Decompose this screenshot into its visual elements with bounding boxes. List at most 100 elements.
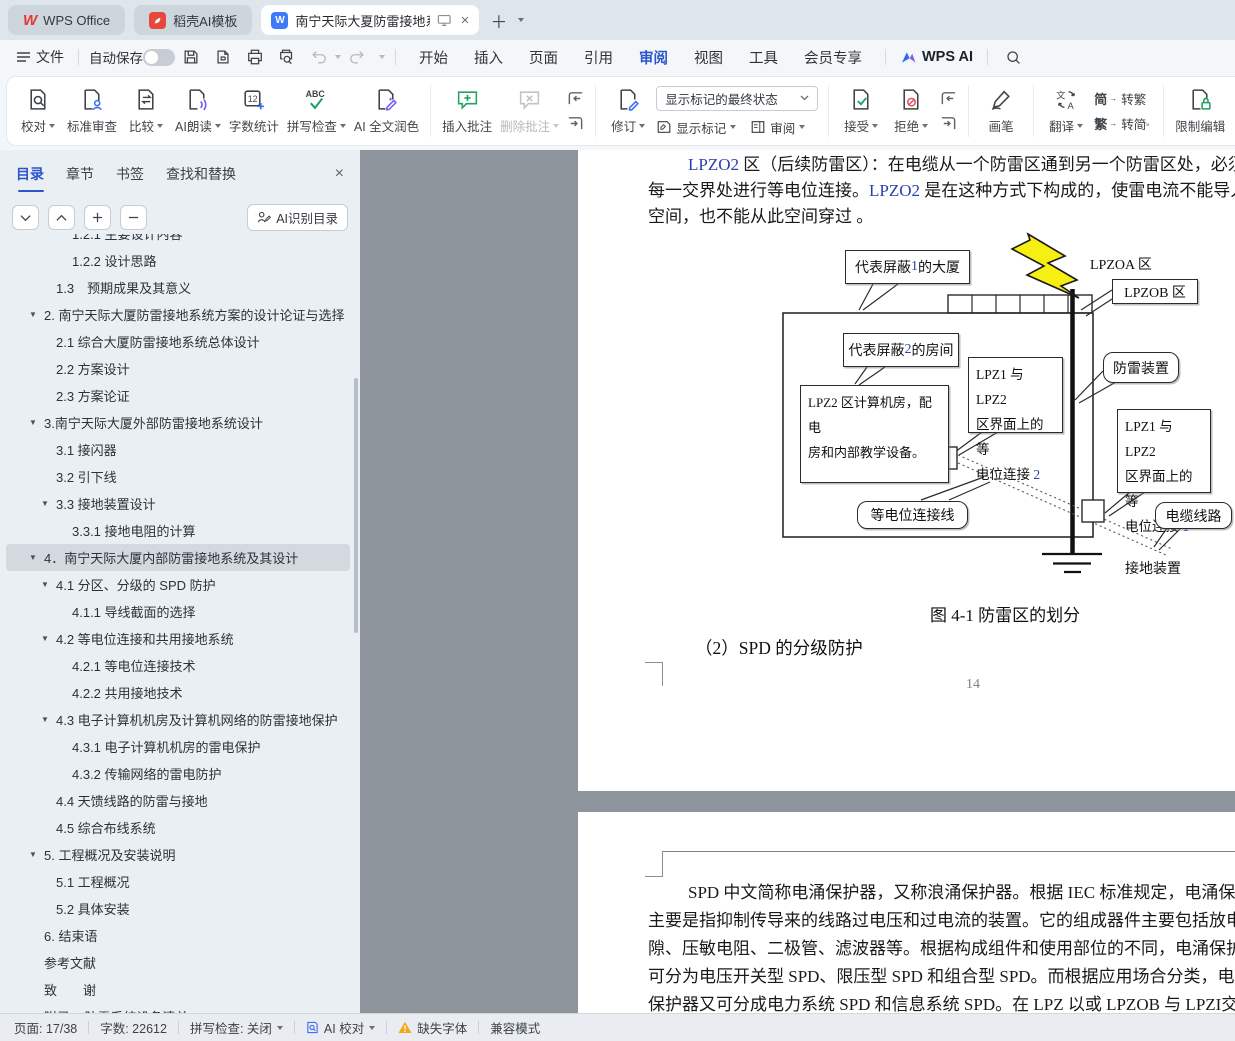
toc-expand-arrow-icon[interactable]: ▼ xyxy=(41,580,56,589)
redo-button[interactable] xyxy=(341,48,373,66)
toc-item[interactable]: ▼4.1 分区、分级的 SPD 防护 xyxy=(6,571,350,598)
toc-item[interactable]: 2.2 方案设计 xyxy=(6,355,350,382)
document-text-line[interactable]: 保护器又可分成电力系统 SPD 和信息系统 SPD。在 LPZ 以或 LPZOB… xyxy=(648,992,1235,1013)
search-button[interactable] xyxy=(998,49,1029,66)
zoom-in-outline-button[interactable] xyxy=(84,205,111,230)
toc-expand-arrow-icon[interactable]: ▼ xyxy=(41,634,56,643)
document-page-2[interactable]: SPD 中文简称电涌保护器，又称浪涌保护器。根据 IEC 标准规定，电涌保护主要… xyxy=(578,812,1235,1013)
page-indicator[interactable]: 页面: 17/38 xyxy=(14,1018,77,1037)
reject-revision-button[interactable]: 拒绝 xyxy=(886,79,936,143)
insert-comment-button[interactable]: 插入批注 xyxy=(438,79,496,143)
toc-item[interactable]: 2.1 综合大厦防雷接地系统总体设计 xyxy=(6,328,350,355)
accept-revision-button[interactable]: 接受 xyxy=(836,79,886,143)
sidebar-tab-chapter[interactable]: 章节 xyxy=(66,164,94,184)
toc-expand-arrow-icon[interactable]: ▼ xyxy=(29,418,44,427)
sidebar-tab-toc[interactable]: 目录 xyxy=(16,164,44,184)
menu-tab-member[interactable]: 会员专享 xyxy=(797,45,869,70)
tab-list-dropdown-icon[interactable] xyxy=(518,18,524,22)
menu-tab-reference[interactable]: 引用 xyxy=(577,45,620,70)
ai-recognize-toc-button[interactable]: AI识别目录 xyxy=(247,204,348,231)
expand-all-button[interactable] xyxy=(48,205,75,230)
zoom-out-outline-button[interactable] xyxy=(120,205,147,230)
app-tab-wps-office[interactable]: W WPS Office xyxy=(8,5,125,35)
sidebar-tab-bookmark[interactable]: 书签 xyxy=(116,164,144,184)
translate-button[interactable]: 文 A 翻译 xyxy=(1041,79,1091,143)
toc-item[interactable]: ▼4．南宁天际大厦内部防雷接地系统及其设计 xyxy=(6,544,350,571)
standard-review-button[interactable]: 标准审查 xyxy=(63,79,121,143)
menu-tab-home[interactable]: 开始 xyxy=(412,45,455,70)
toc-item[interactable]: 6. 结束语 xyxy=(6,922,350,949)
print-preview-button[interactable] xyxy=(271,48,303,66)
traditional-to-simplified-button[interactable]: 繁→ 转简 xyxy=(1094,114,1146,133)
document-text-line[interactable]: 隙、压敏电阻、二极管、滤波器等。根据构成组件和使用部位的不同，电涌保护 xyxy=(648,936,1235,964)
body-paragraph[interactable]: SPD 中文简称电涌保护器，又称浪涌保护器。根据 IEC 标准规定，电涌保护主要… xyxy=(648,880,1235,1013)
spell-check-button[interactable]: ABC 拼写检查 xyxy=(283,79,350,143)
proofread-button[interactable]: 校对 xyxy=(13,79,63,143)
toc-item[interactable]: 3.1 接闪器 xyxy=(6,436,350,463)
toc-item[interactable]: 4.2.1 等电位连接技术 xyxy=(6,652,350,679)
collapse-all-button[interactable] xyxy=(12,205,39,230)
toc-item[interactable]: 2.3 方案论证 xyxy=(6,382,350,409)
menu-tab-review[interactable]: 审阅 xyxy=(632,45,675,70)
toc-item[interactable]: 1.2.1 主要设计内容 xyxy=(6,234,350,247)
more-commands-icon[interactable] xyxy=(379,55,385,59)
export-pdf-button[interactable] xyxy=(207,48,239,66)
toc-item[interactable]: ▼4.2 等电位连接和共用接地系统 xyxy=(6,625,350,652)
toc-item[interactable]: 5.2 具体安装 xyxy=(6,895,350,922)
app-tab-docer-template[interactable]: 稻壳AI模板 xyxy=(134,5,252,35)
file-menu[interactable]: 文件 xyxy=(12,47,68,67)
print-button[interactable] xyxy=(239,48,271,66)
menu-tab-insert[interactable]: 插入 xyxy=(467,45,510,70)
review-pane-button[interactable]: 审阅 xyxy=(750,118,805,137)
toc-item[interactable]: 1.2.2 设计思路 xyxy=(6,247,350,274)
ink-pen-button[interactable]: 画笔 xyxy=(976,79,1026,143)
word-count-button[interactable]: 12 字数统计 xyxy=(225,79,283,143)
group-expand-icon[interactable]: ↘ xyxy=(1143,118,1151,129)
toc-item[interactable]: ▼2. 南宁天际大厦防雷接地系统方案的设计论证与选择 xyxy=(6,301,350,328)
save-button[interactable] xyxy=(175,48,207,66)
wps-ai-button[interactable]: WPS AI xyxy=(896,49,977,65)
toc-item[interactable]: ▼5. 工程概况及安装说明 xyxy=(6,841,350,868)
word-count-indicator[interactable]: 字数: 22612 xyxy=(100,1018,167,1037)
ai-polish-button[interactable]: AI 全文润色 xyxy=(350,79,423,143)
document-canvas[interactable]: LPZO2 区（后续防雷区）：在电缆从一个防雷区通到另一个防雷区处，必须每一交界… xyxy=(360,150,1235,1013)
track-changes-button[interactable]: 修订 xyxy=(603,79,653,143)
close-tab-icon[interactable]: × xyxy=(461,12,470,29)
toc-expand-arrow-icon[interactable]: ▼ xyxy=(29,553,44,562)
document-text-line[interactable]: 主要是指抑制传导来的线路过电压和过电流的装置。它的组成器件主要包括放电 xyxy=(648,908,1235,936)
menu-tab-page[interactable]: 页面 xyxy=(522,45,565,70)
toc-item[interactable]: 5.1 工程概况 xyxy=(6,868,350,895)
document-text-line[interactable]: SPD 中文简称电涌保护器，又称浪涌保护器。根据 IEC 标准规定，电涌保护 xyxy=(648,880,1235,908)
sidebar-close-icon[interactable]: × xyxy=(335,165,344,183)
toc-item[interactable]: 致 谢 xyxy=(6,976,350,1003)
toc-item[interactable]: 4.3.1 电子计算机机房的雷电保护 xyxy=(6,733,350,760)
sidebar-tab-find-replace[interactable]: 查找和替换 xyxy=(166,164,236,184)
delete-comment-button[interactable]: 删除批注 xyxy=(496,79,563,143)
menu-tab-view[interactable]: 视图 xyxy=(687,45,730,70)
toc-expand-arrow-icon[interactable]: ▼ xyxy=(29,850,44,859)
toc-item[interactable]: 4.3.2 传输网络的雷电防护 xyxy=(6,760,350,787)
toc-item[interactable]: 4.4 天馈线路的防雷与接地 xyxy=(6,787,350,814)
menu-tab-tools[interactable]: 工具 xyxy=(742,45,785,70)
toc-item[interactable]: 3.2 引下线 xyxy=(6,463,350,490)
compare-button[interactable]: 比较 xyxy=(121,79,171,143)
toc-item[interactable]: 4.2.2 共用接地技术 xyxy=(6,679,350,706)
next-comment-icon[interactable] xyxy=(566,115,585,132)
show-markup-button[interactable]: 显示标记 xyxy=(656,118,736,137)
toc-item[interactable]: 4.5 综合布线系统 xyxy=(6,814,350,841)
restrict-editing-button[interactable]: 限制编辑 xyxy=(1171,79,1229,143)
document-tab[interactable]: W 南宁天际大夏防雷接地系统设 × xyxy=(261,5,479,35)
document-page-1[interactable]: LPZO2 区（后续防雷区）：在电缆从一个防雷区通到另一个防雷区处，必须每一交界… xyxy=(578,150,1235,791)
undo-button[interactable] xyxy=(303,48,335,66)
toc-expand-arrow-icon[interactable]: ▼ xyxy=(41,499,56,508)
toc-expand-arrow-icon[interactable]: ▼ xyxy=(29,310,44,319)
toc-item[interactable]: ▼4.3 电子计算机机房及计算机网络的防雷接地保护 xyxy=(6,706,350,733)
toc-item[interactable]: ▼3.南宁天际大厦外部防雷接地系统设计 xyxy=(6,409,350,436)
present-screen-icon[interactable] xyxy=(437,14,451,27)
new-tab-button[interactable]: ＋ xyxy=(488,8,509,33)
ai-read-aloud-button[interactable]: AI朗读 xyxy=(171,79,225,143)
toc-expand-arrow-icon[interactable]: ▼ xyxy=(41,715,56,724)
autosave-toggle[interactable] xyxy=(143,49,175,66)
next-revision-icon[interactable] xyxy=(939,115,958,132)
previous-revision-icon[interactable] xyxy=(939,90,958,107)
